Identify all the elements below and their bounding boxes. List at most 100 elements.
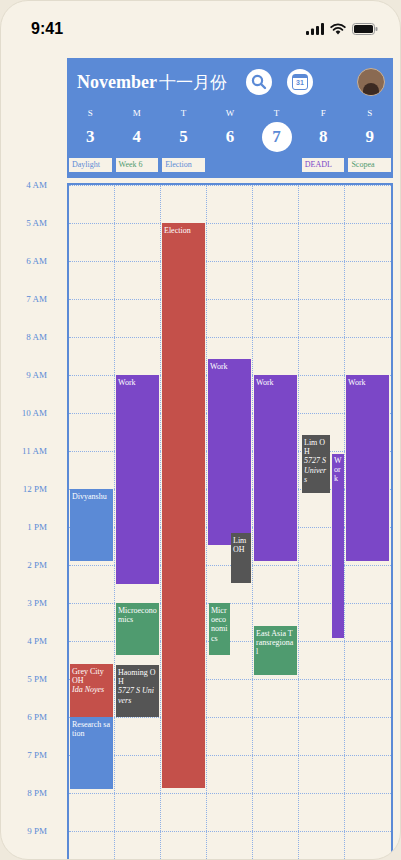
phone-screen: 9:41 November 十一月份 31 [0,0,401,860]
hour-label-slot: 10 AM [22,413,47,451]
event-title: Work [334,457,342,483]
day-column: DivyanshuGrey City OHIda NoyesResearch s… [69,185,115,860]
event-title: Election [164,226,203,235]
wifi-icon [330,23,346,35]
all-day-tag[interactable]: DEADL [302,158,345,172]
day-date[interactable]: 9 [355,122,385,152]
hour-label: 4 AM [26,181,47,190]
hour-label-slot: 11 AM [22,451,47,489]
day-cell[interactable]: 7 [253,122,300,152]
hour-row [69,299,391,337]
hour-label-slot: 5 AM [26,223,47,261]
calendar-event[interactable]: Election [162,223,205,788]
hour-label: 6 AM [26,257,47,266]
calendar-header: November 十一月份 31 SMTWTFS 3456789 Dayligh… [67,58,393,178]
hour-label: 8 AM [26,333,47,342]
hour-label: 11 AM [22,447,47,456]
calendar-event[interactable]: Work [116,375,159,584]
day-cell[interactable]: 4 [114,122,161,152]
calendar-event[interactable]: Divyanshu [70,489,113,561]
all-day-cell: Week 6 [114,158,161,174]
hour-label-slot: 6 PM [27,717,47,755]
event-title: Lim OH [233,536,249,554]
hour-label-slot: 2 PM [27,565,47,603]
hour-label: 9 AM [26,371,47,380]
all-day-tag[interactable]: Week 6 [116,158,159,172]
all-day-cell: Election [160,158,207,174]
day-letter: F [300,106,347,120]
hour-label-slot: 8 AM [26,337,47,375]
battery-icon [352,23,378,35]
event-subtitle: 5727 S Univers [304,456,328,484]
calendar-event[interactable]: Microeconomics [116,603,159,655]
calendar-event[interactable]: Work [332,454,344,638]
event-title: Work [256,378,295,387]
day-column: Work [345,185,391,860]
day-letter: S [346,106,393,120]
day-column: Election [161,185,207,860]
month-name-chinese: 十一月份 [159,74,227,91]
today-button[interactable]: 31 [287,69,313,95]
hour-label-slot: 9 AM [26,375,47,413]
day-cell[interactable]: 6 [207,122,254,152]
calendar-event[interactable]: Lim OH5727 S Univers [302,435,330,493]
hour-label: 5 PM [27,675,47,684]
calendar-icon: 31 [292,74,308,90]
day-date[interactable]: 3 [75,122,105,152]
day-cell[interactable]: 9 [346,122,393,152]
day-date[interactable]: 8 [308,122,338,152]
hour-label-slot: 6 AM [26,261,47,299]
event-title: Lim OH [304,438,328,456]
day-date[interactable]: 6 [215,122,245,152]
hour-row [69,755,391,793]
all-day-tag[interactable]: Election [162,158,205,172]
hour-label: 10 AM [22,409,47,418]
event-title: Divyanshu [72,492,111,501]
all-day-cell [207,158,254,174]
calendar-event[interactable]: Haoming OH5727 S Univers [116,665,159,717]
hour-labels: 4 AM5 AM6 AM7 AM8 AM9 AM10 AM11 AM12 PM1… [1,183,67,860]
month-title: November 十一月份 [77,73,227,91]
hour-label-slot: 1 PM [27,527,47,565]
calendar-event[interactable]: Work [346,375,389,561]
clock: 9:41 [31,17,63,41]
hour-label: 12 PM [23,485,47,494]
day-date[interactable]: 7 [262,122,292,152]
day-letter: T [253,106,300,120]
day-date[interactable]: 4 [122,122,152,152]
hour-label-slot: 4 AM [26,185,47,223]
hour-label: 6 PM [27,713,47,722]
hour-label-slot: 9 PM [27,831,47,860]
event-title: Work [348,378,387,387]
day-cell[interactable]: 8 [300,122,347,152]
calendar-event[interactable]: Work [208,359,251,545]
day-cell[interactable]: 3 [67,122,114,152]
hour-label: 4 PM [27,637,47,646]
all-day-tag[interactable]: Scopea [348,158,391,172]
avatar[interactable] [357,68,385,96]
event-title: Research sation [72,720,111,738]
hour-label: 2 PM [27,561,47,570]
hour-label-slot: 3 PM [27,603,47,641]
day-date[interactable]: 5 [168,122,198,152]
hour-label: 3 PM [27,599,47,608]
search-button[interactable] [246,69,272,95]
calendar-event[interactable]: Lim OH [231,533,251,583]
hour-label-slot: 12 PM [23,489,47,527]
all-day-cell [253,158,300,174]
hour-row [69,185,391,223]
day-letter: W [207,106,254,120]
day-cell[interactable]: 5 [160,122,207,152]
event-subtitle: Ida Noyes [72,685,111,694]
calendar-event[interactable]: Work [254,375,297,561]
calendar-event[interactable]: Research sation [70,717,113,789]
week-grid: DivyanshuGrey City OHIda NoyesResearch s… [67,183,393,860]
status-bar: 9:41 [1,1,400,51]
event-title: Microeconomics [211,606,228,643]
day-letter: T [160,106,207,120]
calendar-event[interactable]: East Asia Transregional [254,626,297,675]
hour-label-slot: 5 PM [27,679,47,717]
calendar-event[interactable]: Microeconomics [209,603,230,655]
calendar-icon-text: 31 [296,78,304,87]
all-day-tag[interactable]: Daylight [69,158,112,172]
